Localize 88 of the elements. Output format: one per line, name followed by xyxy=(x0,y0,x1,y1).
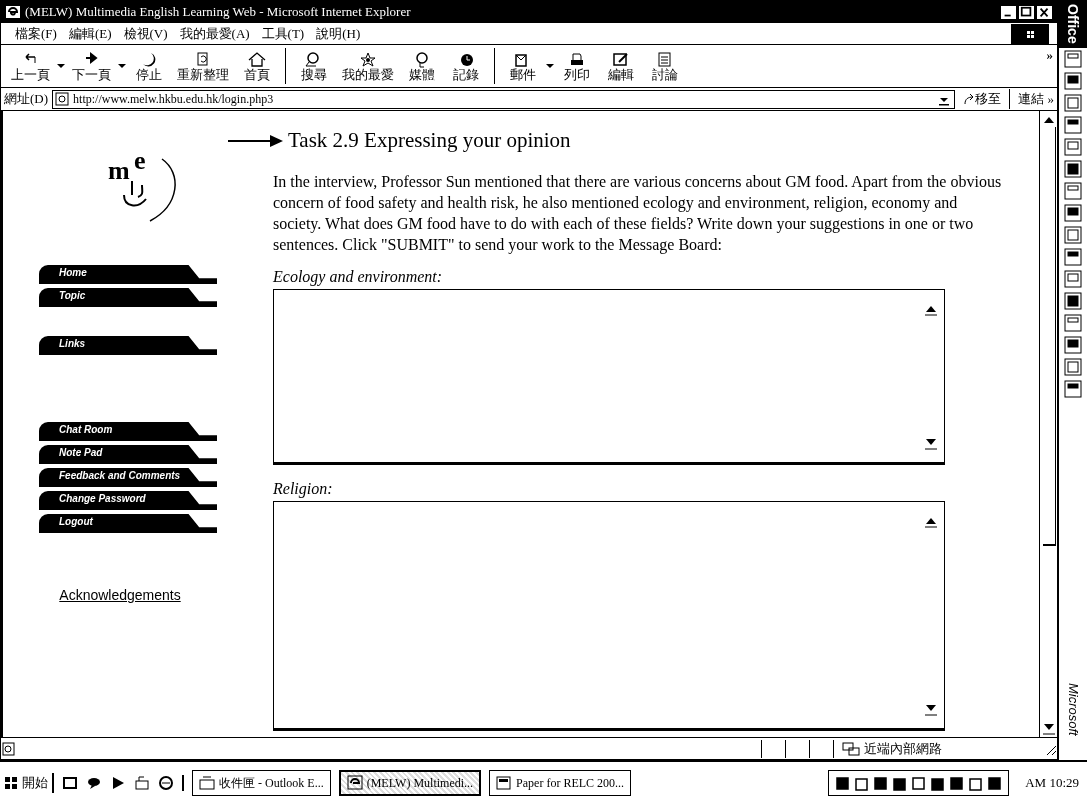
arrow-icon xyxy=(228,133,284,148)
app-icon[interactable] xyxy=(1064,335,1082,354)
app-icon[interactable] xyxy=(1064,379,1082,398)
browser-icon[interactable] xyxy=(158,775,174,791)
nav-tab[interactable]: Feedback and Comments xyxy=(39,468,217,487)
toolbar-button[interactable]: 討論 xyxy=(643,48,687,84)
ie-icon xyxy=(5,5,21,19)
start-button[interactable]: 開始 xyxy=(4,773,54,793)
menu-item[interactable]: 編輯(E) xyxy=(62,23,118,44)
windows-logo-icon xyxy=(4,776,18,790)
toolbar-button[interactable]: 搜尋 xyxy=(292,48,336,84)
links-button[interactable]: 連結 xyxy=(1008,89,1044,109)
toolbar-button[interactable]: 上一頁 xyxy=(5,48,56,84)
taskbar-button[interactable]: Paper for RELC 200... xyxy=(489,770,632,796)
minimize-icon[interactable] xyxy=(1000,4,1017,20)
nav-tab[interactable]: Note Pad xyxy=(39,445,217,464)
app-icon[interactable] xyxy=(1064,269,1082,288)
menu-item[interactable]: 說明(H) xyxy=(310,23,367,44)
mailbox-icon[interactable] xyxy=(134,775,150,791)
field-label: Religion: xyxy=(273,478,334,500)
maximize-icon[interactable] xyxy=(1018,4,1035,20)
app-icon[interactable] xyxy=(1064,71,1082,90)
arrow-icon xyxy=(962,92,975,106)
app-icon[interactable] xyxy=(1064,247,1082,266)
toolbar-button[interactable]: 媒體 xyxy=(400,48,444,84)
task-heading: Task 2.9 Expressing your opinion xyxy=(288,127,571,154)
desktop-icon[interactable] xyxy=(62,775,78,791)
toolbar-button[interactable]: 下一頁 xyxy=(66,48,117,84)
nav-tab[interactable]: Topic xyxy=(39,288,217,307)
app-icon[interactable] xyxy=(1064,49,1082,68)
toolbar-button[interactable]: 列印 xyxy=(555,48,599,84)
taskbar-button[interactable]: (MELW) Multimedi... xyxy=(338,770,482,796)
app-icon[interactable] xyxy=(1064,137,1082,156)
app-icon[interactable] xyxy=(1064,357,1082,376)
star-icon xyxy=(358,50,378,68)
app-icon[interactable] xyxy=(1064,225,1082,244)
play-icon[interactable] xyxy=(110,775,126,791)
close-icon[interactable] xyxy=(1036,4,1053,20)
office-bar-title: Office xyxy=(1059,0,1087,48)
toolbar-button[interactable]: 停止 xyxy=(127,48,171,84)
menu-item[interactable]: 我的最愛(A) xyxy=(173,23,256,44)
toolbar-button[interactable]: 重新整理 xyxy=(171,48,235,84)
taskbar-button[interactable]: 收件匣 - Outlook E... xyxy=(192,770,331,796)
chevron[interactable]: » xyxy=(1046,45,1053,65)
nav-tab[interactable]: Logout xyxy=(39,514,217,533)
menu-item[interactable]: 工具(T) xyxy=(255,23,311,44)
acknowledgements-link[interactable]: Acknowledgements xyxy=(59,585,181,606)
toolbar-button[interactable]: 記錄 xyxy=(444,48,488,84)
nav-tab[interactable]: Home xyxy=(39,265,217,284)
page-icon xyxy=(55,92,70,106)
nav-tab[interactable]: Links xyxy=(39,336,217,355)
chevron[interactable]: » xyxy=(1047,89,1054,109)
go-button[interactable]: 移至 xyxy=(958,89,1005,109)
nav-tab[interactable]: Chat Room xyxy=(39,422,217,441)
app-icon[interactable] xyxy=(1064,181,1082,200)
app-icon[interactable] xyxy=(1064,291,1082,310)
field-label: Ecology and environment: xyxy=(273,266,444,288)
logo: m e xyxy=(102,145,194,225)
house-icon xyxy=(247,50,267,68)
toolbar-button[interactable]: 我的最愛 xyxy=(336,48,400,84)
ie-icon xyxy=(346,775,363,791)
answer-box[interactable] xyxy=(273,288,945,465)
app-icon[interactable] xyxy=(1064,93,1082,112)
toolbar-button[interactable]: 編輯 xyxy=(599,48,643,84)
menu-item[interactable]: 檢視(V) xyxy=(117,23,174,44)
zone-text: 近端內部網路 xyxy=(864,739,942,758)
scroll-down-icon[interactable] xyxy=(1041,721,1056,735)
app-icon[interactable] xyxy=(1064,115,1082,134)
app-icon[interactable] xyxy=(1064,313,1082,332)
document-icon xyxy=(496,775,513,791)
toolbar-button[interactable]: 首頁 xyxy=(235,48,279,84)
inbox-icon xyxy=(199,775,215,791)
chat-icon[interactable] xyxy=(86,775,102,791)
instructions-text: In the interview, Professor Sun mentioned that there are various concerns about GM food. Apart from the obvious concern of food safety and health risk, he also mentioned ecology and environment, religion, economy and society. What does GM food have to do with each of these fields? Write down your suggestions in one or two sentences. Click "SUBMIT" to send your work to the Message Board: xyxy=(273,171,1003,255)
window-title: (MELW) Multimedia English Learning Web - Microsoft Internet Explorer xyxy=(25,3,412,22)
edit-icon xyxy=(611,50,631,68)
url-text: http://www.melw.hkbu.edu.hk/login.php3 xyxy=(73,91,275,108)
menu-item[interactable]: 檔案(F) xyxy=(9,23,63,44)
app-icon[interactable] xyxy=(1064,159,1082,178)
address-label: 網址(D) xyxy=(4,90,49,109)
app-icon[interactable] xyxy=(1064,203,1082,222)
nav-tab[interactable]: Change Password xyxy=(39,491,217,510)
clock: AM 10:29 xyxy=(1025,774,1079,793)
scrollbar-thumb[interactable] xyxy=(1041,127,1056,547)
toolbar-button[interactable]: 郵件 xyxy=(501,48,545,84)
address-field[interactable]: http://www.melw.hkbu.edu.hk/login.php3 xyxy=(52,89,955,109)
office-bar-footer: Microsoft xyxy=(1063,683,1083,736)
answer-box[interactable] xyxy=(273,500,945,731)
